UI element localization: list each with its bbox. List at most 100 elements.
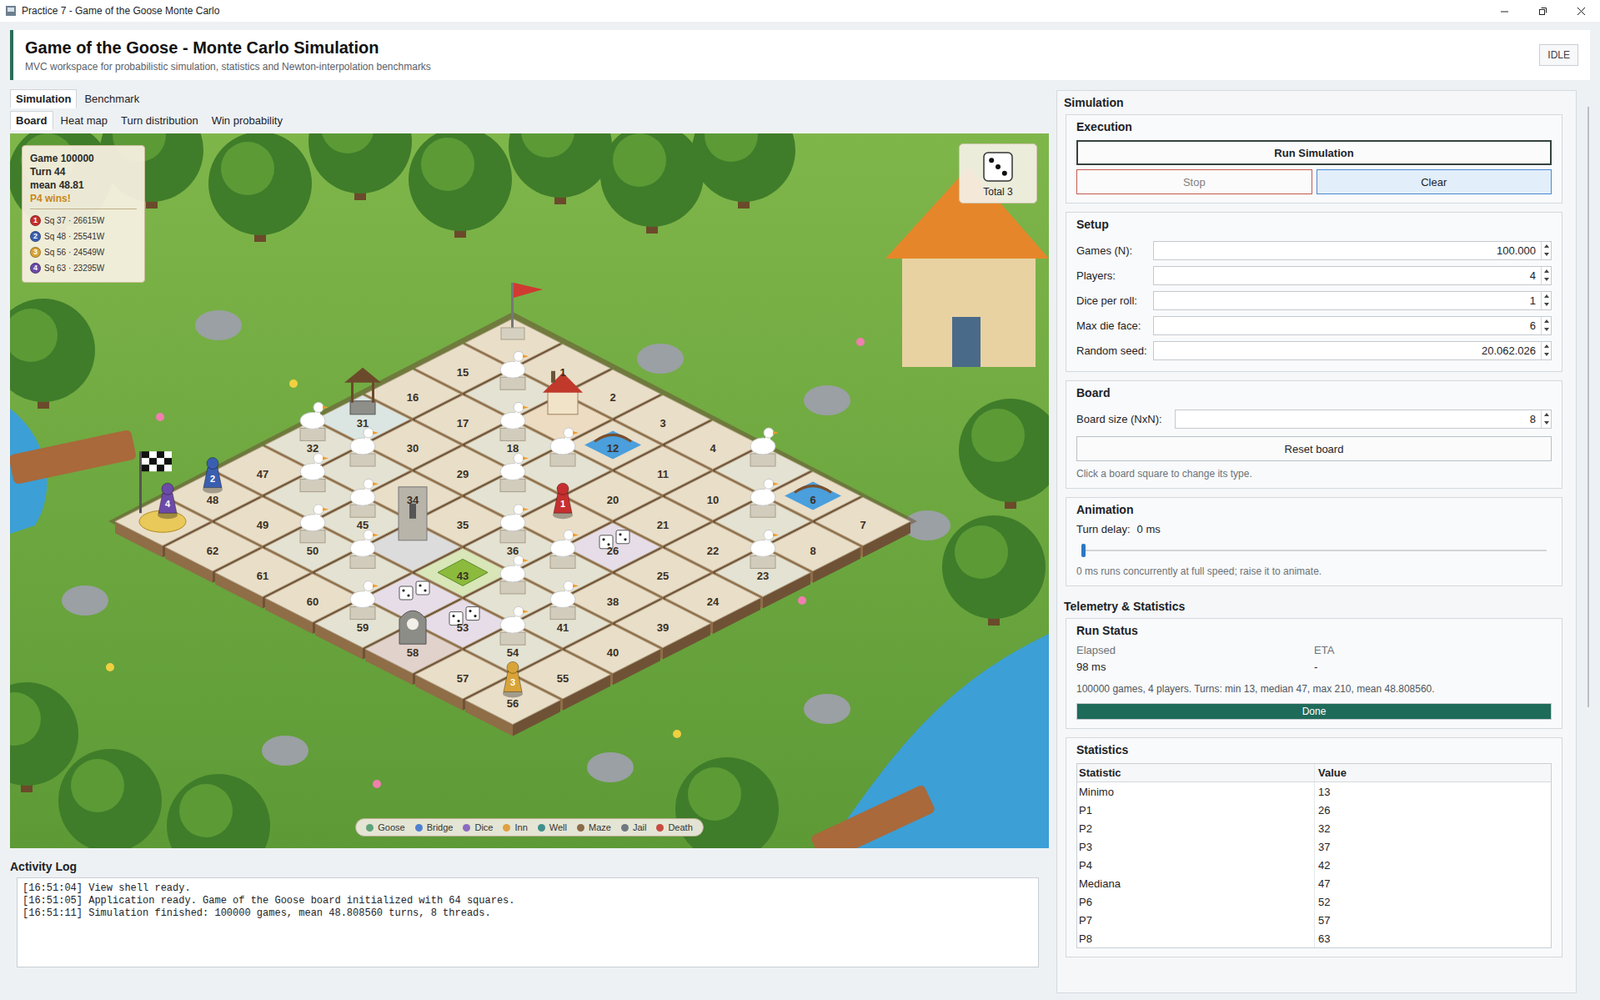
- tree-highlight: [971, 408, 1025, 462]
- dice-pip: [623, 537, 627, 541]
- log-box[interactable]: [16:51:04] View shell ready.[16:51:05] A…: [16, 877, 1039, 968]
- legend-item: Goose: [366, 822, 405, 833]
- tree-highlight: [704, 133, 758, 162]
- group-box: SetupGames (N):100.000Players:4Dice per …: [1065, 211, 1563, 372]
- square-number: 1: [559, 366, 566, 379]
- legend-item: Maze: [576, 822, 612, 833]
- spin-down-icon[interactable]: [1544, 421, 1550, 425]
- finish-flag-icon: [156, 457, 165, 465]
- table-row[interactable]: P442: [1077, 855, 1551, 874]
- tab[interactable]: Turn distribution: [115, 110, 205, 131]
- tab[interactable]: Heat map: [55, 110, 114, 131]
- table-row[interactable]: Mediana47: [1077, 873, 1551, 893]
- clear-button[interactable]: Clear: [1316, 169, 1553, 195]
- field-value[interactable]: 6: [1153, 319, 1541, 332]
- statistics-table: StatisticValueMinimo13P126P232P337P442Me…: [1076, 762, 1552, 948]
- spin-down-icon[interactable]: [1544, 352, 1550, 357]
- table-cell: 26: [1314, 803, 1551, 817]
- goose-head: [763, 427, 774, 438]
- reset-board-button[interactable]: Reset board: [1076, 436, 1552, 462]
- square-number: 49: [256, 518, 269, 532]
- spinner[interactable]: [1540, 341, 1551, 360]
- maximize-button[interactable]: [1523, 0, 1562, 22]
- goose-icon: [500, 411, 526, 429]
- spinner[interactable]: [1540, 291, 1551, 310]
- minimize-button[interactable]: [1484, 0, 1524, 22]
- square-number: 55: [556, 672, 569, 685]
- table-row[interactable]: P232: [1077, 818, 1551, 838]
- tab[interactable]: Simulation: [10, 89, 77, 109]
- spin-down-icon[interactable]: [1544, 252, 1550, 256]
- close-button[interactable]: [1561, 0, 1600, 22]
- finish-flag-icon: [156, 464, 165, 472]
- goose-head: [513, 351, 524, 362]
- eta-value: -: [1314, 660, 1552, 673]
- finish-flag-icon: [164, 451, 172, 458]
- game-board[interactable]: 1234678101112151617182021222324252629303…: [10, 133, 1049, 848]
- table-row[interactable]: P337: [1077, 837, 1551, 856]
- app-icon-shape: [5, 5, 16, 16]
- skull-icon: [406, 617, 419, 630]
- number-field[interactable]: 6: [1153, 315, 1552, 336]
- slider-track[interactable]: [1081, 549, 1547, 552]
- tab[interactable]: Benchmark: [78, 89, 146, 109]
- stop-button: Stop: [1076, 169, 1313, 195]
- field-value[interactable]: 1: [1153, 294, 1541, 307]
- turn-delay-slider[interactable]: [1081, 541, 1547, 559]
- pawn-body: [158, 492, 177, 513]
- spinner[interactable]: [1540, 410, 1551, 428]
- pawn-head: [161, 482, 174, 495]
- pawn-number: 1: [560, 498, 566, 509]
- window-title: Practice 7 - Game of the Goose Monte Car…: [21, 5, 1485, 17]
- run-button[interactable]: Run Simulation: [1076, 140, 1552, 166]
- table-row[interactable]: P652: [1077, 892, 1551, 911]
- field-label: Max die face:: [1076, 319, 1154, 332]
- goose-head: [313, 401, 324, 412]
- tab[interactable]: Board: [10, 110, 54, 131]
- table-row[interactable]: P757: [1077, 910, 1551, 929]
- tab[interactable]: Win probability: [205, 110, 289, 131]
- goose-beak: [572, 584, 579, 588]
- number-field[interactable]: 100.000: [1153, 240, 1552, 261]
- square-number: 15: [456, 366, 469, 379]
- number-field[interactable]: 1: [1153, 290, 1552, 311]
- group-title: Execution: [1076, 120, 1552, 134]
- dice-pip: [418, 583, 422, 587]
- goose-head: [513, 504, 524, 515]
- spinner[interactable]: [1540, 316, 1551, 335]
- field-value[interactable]: 100.000: [1153, 244, 1541, 257]
- number-field[interactable]: 4: [1153, 265, 1552, 286]
- square-number: 18: [506, 441, 519, 455]
- finish-flag-icon: [164, 457, 172, 465]
- field-value[interactable]: 20.062.026: [1153, 344, 1541, 357]
- number-field[interactable]: 20.062.026: [1153, 341, 1552, 361]
- spin-up-icon[interactable]: [1544, 269, 1550, 273]
- field-value[interactable]: 8: [1175, 412, 1541, 426]
- spin-down-icon[interactable]: [1544, 327, 1550, 332]
- table-row[interactable]: Minimo13: [1077, 782, 1551, 801]
- spin-down-icon[interactable]: [1544, 302, 1550, 306]
- board-square[interactable]: [465, 675, 561, 736]
- field-value[interactable]: 4: [1153, 269, 1541, 282]
- square-number: 29: [456, 467, 469, 481]
- spin-up-icon[interactable]: [1544, 294, 1550, 298]
- table-row[interactable]: P126: [1077, 800, 1551, 819]
- number-field[interactable]: 8: [1174, 409, 1552, 429]
- goose-pedestal: [550, 453, 576, 467]
- spin-up-icon[interactable]: [1544, 344, 1550, 348]
- spinner[interactable]: [1540, 266, 1551, 285]
- goose-icon: [750, 437, 776, 455]
- spinner[interactable]: [1540, 241, 1551, 260]
- spin-up-icon[interactable]: [1544, 244, 1550, 248]
- scrollbar[interactable]: [1584, 90, 1593, 1000]
- board-base: [108, 311, 918, 731]
- table-row[interactable]: P863: [1077, 928, 1551, 948]
- spin-down-icon[interactable]: [1544, 277, 1550, 281]
- field-label: Dice per roll:: [1076, 294, 1154, 307]
- scroll-thumb[interactable]: [1587, 106, 1590, 708]
- goose-pedestal: [550, 606, 576, 620]
- spin-up-icon[interactable]: [1544, 319, 1550, 323]
- goose-pedestal: [350, 453, 376, 467]
- slider-thumb[interactable]: [1081, 543, 1086, 557]
- spin-up-icon[interactable]: [1544, 412, 1550, 417]
